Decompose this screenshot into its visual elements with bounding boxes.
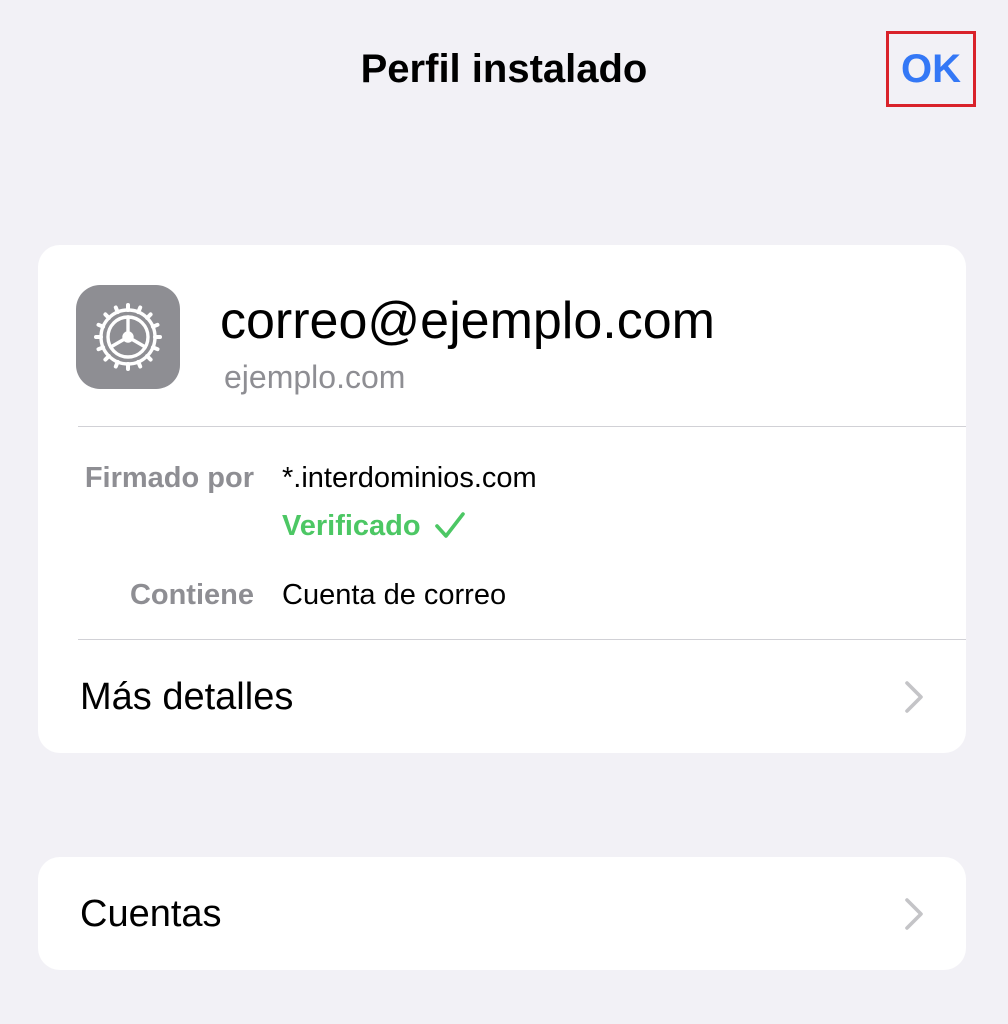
divider xyxy=(78,426,966,427)
chevron-right-icon xyxy=(904,680,924,714)
contains-value: Cuenta de correo xyxy=(282,579,507,611)
accounts-row[interactable]: Cuentas xyxy=(38,857,966,970)
checkmark-icon xyxy=(434,512,465,538)
gear-icon xyxy=(94,303,162,371)
page-title: Perfil instalado xyxy=(360,47,648,91)
accounts-label: Cuentas xyxy=(80,892,222,935)
chevron-right-icon xyxy=(904,897,924,931)
signed-by-value: *.interdominios.com xyxy=(282,462,537,494)
more-details-label: Más detalles xyxy=(80,675,294,718)
profile-domain: ejemplo.com xyxy=(224,359,406,395)
verified-label: Verificado xyxy=(282,510,421,542)
accounts-card: Cuentas xyxy=(38,857,966,970)
profile-card: correo@ejemplo.com ejemplo.com Firmado p… xyxy=(38,245,966,753)
settings-gear-icon xyxy=(76,285,180,389)
more-details-row[interactable]: Más detalles xyxy=(38,640,966,753)
verified-status: Verificado xyxy=(282,509,465,543)
ok-button[interactable]: OK xyxy=(886,31,976,107)
profile-name: correo@ejemplo.com xyxy=(220,292,715,350)
signed-by-label: Firmado por xyxy=(84,462,254,494)
contains-label: Contiene xyxy=(129,579,254,611)
